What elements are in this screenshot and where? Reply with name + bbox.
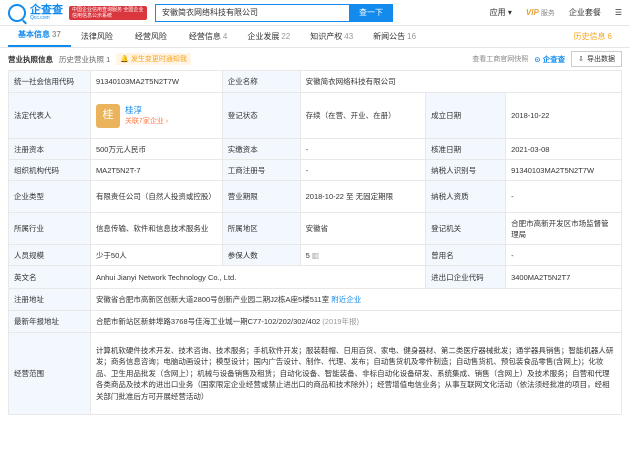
legal-rep[interactable]: 桂 桂淳 关联7家企业 › [95, 103, 217, 128]
official-snapshot-link[interactable]: 查看工商官网快照 [472, 54, 528, 64]
taxpayer-qualification: - [505, 180, 622, 213]
business-term: 2018-10-22 至 无固定期限 [299, 180, 427, 213]
tab-bar: 基本信息 37 法律风险 经营风险 经营信息 4 企业发展 22 知识产权 43 新闻公… [0, 26, 630, 48]
tab-ip[interactable]: 知识产权 43 [300, 31, 363, 47]
reg-capital: 500万元人民币 [89, 138, 223, 160]
company-type: 有限责任公司（自然人投资或控股） [89, 180, 223, 213]
bell-icon: 🔔 [120, 56, 129, 63]
table-row: 经营范围 计算机软硬件技术开发、技术咨询、技术服务；手机软件开发；服装鞋帽、日用… [8, 332, 623, 415]
nav-vip[interactable]: VIP 服务 [526, 8, 555, 18]
credit-code: 91340103MA2T5N2T7W [89, 70, 223, 93]
logo-name: 企查查 [30, 3, 63, 16]
tab-basic-info[interactable]: 基本信息 37 [8, 29, 71, 47]
top-bar: 企查查 Qcc.com 中国企业信用查询服务 全国企业信用信息公示系统 安徽简衣… [0, 0, 630, 26]
table-row: 法定代表人 桂 桂淳 关联7家企业 › 登记状态 存续（在营、开业、在册） 成立… [8, 92, 622, 139]
logo[interactable]: 企查查 Qcc.com [8, 3, 63, 22]
tab-news[interactable]: 新闻公告 16 [363, 31, 426, 47]
history-license-link[interactable]: 历史营业执照 1 [59, 54, 110, 65]
tab-business-info[interactable]: 经营信息 4 [179, 31, 237, 47]
chart-icon[interactable]: ▥ [312, 251, 319, 260]
table-row: 英文名 Anhui Jianyi Network Technology Co.,… [8, 265, 622, 289]
change-notify-button[interactable]: 🔔 发生变更时通知我 [116, 53, 191, 65]
credit-badge[interactable]: 中国企业信用查询服务 全国企业信用信息公示系统 [69, 5, 147, 20]
export-icon: ⇩ [578, 56, 584, 63]
nearby-companies-link[interactable]: 附近企业 [331, 295, 361, 304]
table-row: 注册地址 安徽省合肥市高新区创新大道2800号创新产业园二期J2栋A座5楼511… [8, 288, 623, 311]
table-row: 最新年报地址 合肥市新站区新蚌埠路3768号佳海工业城一期C77-102/202… [8, 310, 623, 333]
table-row: 企业类型 有限责任公司（自然人投资或控股） 营业期限 2018-10-22 至 … [8, 180, 622, 213]
annual-report-year: (2019年报) [322, 317, 359, 326]
tab-history[interactable]: 历史信息 6 [564, 31, 622, 47]
insured-count: 5 ▥ [299, 244, 427, 266]
table-row: 所属行业 信息传输、软件和信息技术服务业 所属地区 安徽省 登记机关 合肥市高新… [8, 212, 622, 245]
avatar: 桂 [95, 103, 120, 128]
company-name: 安徽简衣网络科技有限公司 [299, 70, 623, 93]
est-date: 2018-10-22 [505, 92, 622, 139]
table-row: 组织机构代码 MA2T5N2T-7 工商注册号 - 纳税人识别号 9134010… [8, 159, 622, 181]
section-title: 营业执照信息 [8, 54, 53, 64]
tab-business-risk[interactable]: 经营风险 [125, 31, 179, 47]
logo-domain: Qcc.com [30, 14, 50, 21]
license-info-table: 统一社会信用代码 91340103MA2T5N2T7W 企业名称 安徽简衣网络科… [8, 70, 623, 415]
business-scope: 计算机软硬件技术开发、技术咨询、技术服务；手机软件开发；服装鞋帽、日用百货、家电… [89, 332, 623, 415]
menu-icon[interactable]: ☰ [615, 8, 622, 17]
industry: 信息传输、软件和信息技术服务业 [89, 212, 223, 245]
top-nav: 应用 ▾ VIP 服务 企业套餐 ☰ [490, 7, 622, 18]
related-companies-link[interactable]: 关联7家企业 › [125, 116, 168, 127]
staff-size: 少于50人 [89, 244, 223, 266]
legal-rep-name[interactable]: 桂淳 [125, 105, 168, 116]
search-button[interactable]: 查一下 [349, 3, 393, 22]
chevron-down-icon: ▾ [507, 8, 512, 17]
reg-address: 安徽省合肥市高新区创新大道2800号创新产业园二期J2栋A座5楼511室 [95, 295, 330, 304]
approve-date: 2021-03-08 [505, 138, 622, 160]
english-name: Anhui Jianyi Network Technology Co., Ltd… [89, 265, 427, 289]
table-row: 人员规模 少于50人 参保人数 5 ▥ 曾用名 - [8, 244, 622, 266]
nav-suite[interactable]: 企业套餐 [569, 7, 601, 18]
reg-status: 存续（在营、开业、在册） [299, 92, 427, 139]
reg-authority: 合肥市高新开发区市场监督管理局 [505, 212, 622, 245]
used-name: - [505, 244, 622, 266]
qcc-brand: ⊙ 企查查 [534, 54, 566, 64]
export-button[interactable]: ⇩ 导出数据 [571, 51, 622, 67]
nav-app[interactable]: 应用 ▾ [490, 7, 512, 18]
annual-report-address: 合肥市新站区新蚌埠路3768号佳海工业城一期C77-102/202/302/40… [95, 317, 321, 326]
tax-id: 91340103MA2T5N2T7W [505, 159, 622, 181]
search-bar: 安徽简衣网络科技有限公司 查一下 [155, 3, 393, 22]
magnifier-logo-icon [8, 3, 26, 22]
biz-reg-no: - [299, 159, 427, 181]
magnifier-icon: ⊙ [534, 54, 541, 64]
tab-legal-risk[interactable]: 法律风险 [71, 31, 125, 47]
paid-capital: - [299, 138, 427, 160]
search-input[interactable]: 安徽简衣网络科技有限公司 [155, 3, 349, 22]
tab-development[interactable]: 企业发展 22 [237, 31, 300, 47]
table-row: 注册资本 500万元人民币 实缴资本 - 核准日期 2021-03-08 [8, 138, 622, 160]
org-code: MA2T5N2T-7 [89, 159, 223, 181]
license-subbar: 营业执照信息 历史营业执照 1 🔔 发生变更时通知我 查看工商官网快照 ⊙ 企查… [0, 48, 630, 70]
import-export-code: 3400MA2T5N2T7 [505, 265, 622, 289]
table-row: 统一社会信用代码 91340103MA2T5N2T7W 企业名称 安徽简衣网络科… [8, 70, 623, 93]
region: 安徽省 [299, 212, 427, 245]
